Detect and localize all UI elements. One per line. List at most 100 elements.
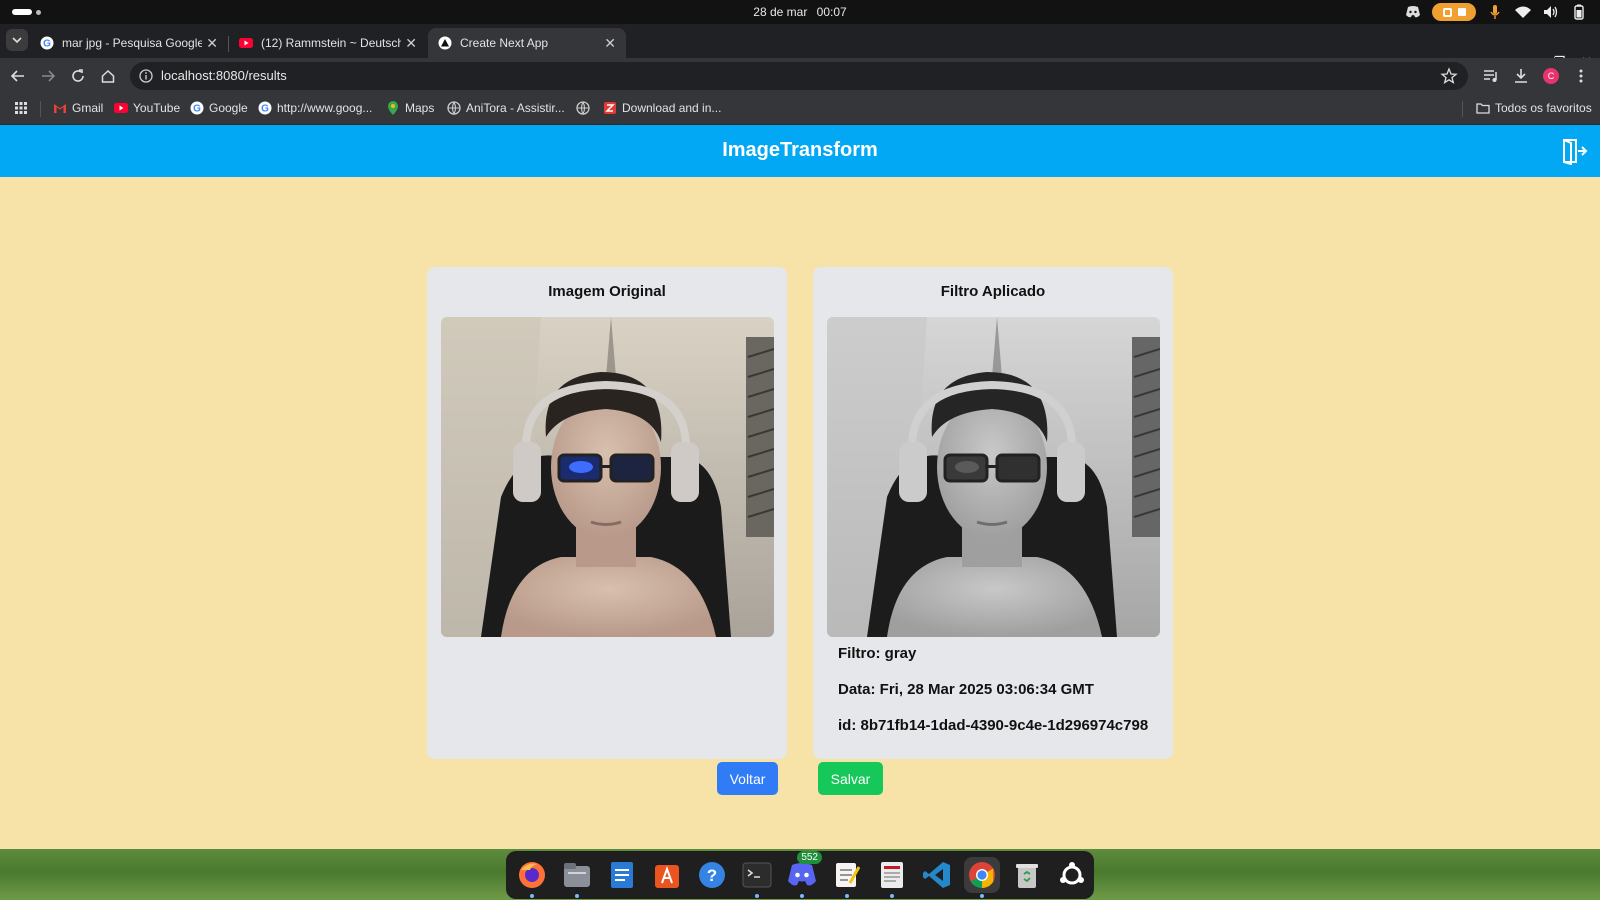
- bookmark-download[interactable]: Download and in...: [603, 101, 721, 115]
- apps-grid-icon[interactable]: [14, 101, 28, 115]
- all-bookmarks-folder[interactable]: Todos os favoritos: [1476, 101, 1592, 115]
- svg-text:G: G: [43, 39, 51, 50]
- filtered-image: [827, 317, 1160, 637]
- tab-title: mar jpg - Pesquisa Google: [62, 36, 202, 50]
- globe-icon: [576, 101, 590, 115]
- ubuntu-icon[interactable]: [1054, 857, 1090, 893]
- maps-icon: [386, 101, 400, 115]
- download-icon[interactable]: [1512, 67, 1530, 85]
- bookmark-label: Download and in...: [622, 101, 722, 115]
- tab-google-search[interactable]: G mar jpg - Pesquisa Google ✕: [30, 28, 228, 58]
- battery-icon[interactable]: [1570, 3, 1588, 21]
- svg-text:G: G: [193, 104, 201, 115]
- home-icon[interactable]: [98, 66, 118, 86]
- bookmark-gmail[interactable]: Gmail: [53, 101, 103, 115]
- close-icon[interactable]: ✕: [604, 35, 616, 52]
- terminal-icon[interactable]: [739, 857, 775, 898]
- reload-icon[interactable]: [68, 66, 88, 86]
- bookmark-maps[interactable]: Maps: [386, 101, 434, 115]
- tab-youtube[interactable]: (12) Rammstein ~ Deutschl ✕: [229, 28, 427, 58]
- volume-icon[interactable]: [1542, 3, 1560, 21]
- url-text: localhost:8080/results: [161, 68, 287, 83]
- google-icon: G: [40, 36, 54, 50]
- files-icon[interactable]: [559, 857, 595, 898]
- forward-icon[interactable]: [38, 66, 58, 86]
- filter-date: Data: Fri, 28 Mar 2025 03:06:34 GMT: [838, 681, 1094, 698]
- document-viewer-icon[interactable]: [874, 857, 910, 898]
- profile-avatar[interactable]: C: [1543, 68, 1559, 84]
- google-icon: G: [190, 101, 204, 115]
- original-image-card: Imagem Original: [427, 267, 787, 759]
- system-clock[interactable]: 28 de mar 00:07: [0, 5, 1600, 19]
- bookmark-google-url[interactable]: G http://www.goog...: [258, 101, 372, 115]
- youtube-icon: [239, 36, 253, 50]
- bookmark-label: Todos os favoritos: [1495, 101, 1592, 115]
- more-menu-icon[interactable]: [1572, 67, 1590, 85]
- original-card-title: Imagem Original: [548, 283, 666, 300]
- bookmark-anitora[interactable]: AniTora - Assistir...: [447, 101, 565, 115]
- back-icon[interactable]: [8, 66, 28, 86]
- globe-icon: [447, 101, 461, 115]
- bookmark-label: Gmail: [72, 101, 104, 115]
- tab-search-button[interactable]: [6, 29, 28, 51]
- z-icon: [603, 101, 617, 115]
- bookmark-label: http://www.goog...: [277, 101, 373, 115]
- vscode-icon[interactable]: [919, 857, 955, 893]
- logout-icon[interactable]: [1560, 137, 1588, 166]
- site-info-icon[interactable]: [138, 68, 154, 84]
- system-tray: [1404, 3, 1588, 21]
- app-header: ImageTransform: [0, 125, 1600, 177]
- browser-tab-strip: G mar jpg - Pesquisa Google ✕ (12) Ramms…: [0, 24, 1600, 74]
- close-icon[interactable]: ✕: [405, 35, 417, 52]
- chevron-down-icon: [12, 37, 22, 43]
- microphone-icon[interactable]: [1486, 3, 1504, 21]
- text-editor-icon[interactable]: [829, 857, 865, 898]
- bookmark-label: Google: [209, 101, 248, 115]
- original-image: [441, 317, 774, 637]
- nextjs-icon: [438, 36, 452, 50]
- desktop-background: ? 552: [0, 849, 1600, 900]
- clock-time: 00:07: [816, 5, 847, 19]
- filter-id: id: 8b71fb14-1dad-4390-9c4e-1d296974c798: [838, 717, 1149, 734]
- bookmark-star-icon[interactable]: [1440, 67, 1458, 85]
- dock: ? 552: [506, 851, 1094, 899]
- help-icon[interactable]: ?: [694, 857, 730, 893]
- svg-text:G: G: [261, 104, 269, 115]
- tab-title: (12) Rammstein ~ Deutschl: [261, 36, 401, 50]
- profile-initial: C: [1547, 71, 1555, 81]
- close-icon[interactable]: ✕: [206, 35, 218, 52]
- folder-icon: [1476, 101, 1490, 115]
- google-icon: G: [258, 101, 272, 115]
- clock-date: 28 de mar: [753, 5, 808, 19]
- discord-icon[interactable]: 552: [784, 851, 822, 898]
- address-bar[interactable]: localhost:8080/results: [130, 62, 1468, 90]
- bookmark-label: AniTora - Assistir...: [466, 101, 565, 115]
- system-top-bar: 28 de mar 00:07: [0, 0, 1600, 24]
- bookmark-label: Maps: [405, 101, 435, 115]
- back-button[interactable]: Voltar: [717, 762, 778, 795]
- tab-create-next-app[interactable]: Create Next App ✕: [428, 28, 626, 58]
- firefox-icon[interactable]: [514, 857, 550, 898]
- browser-toolbar: localhost:8080/results C: [0, 58, 1600, 94]
- writer-icon[interactable]: [604, 857, 640, 893]
- save-button[interactable]: Salvar: [818, 762, 883, 795]
- filtered-card-title: Filtro Aplicado: [940, 283, 1046, 300]
- filter-name: Filtro: gray: [838, 645, 917, 662]
- filtered-image-card: Filtro Aplicado Filtro: gray Data: Fri, …: [813, 267, 1173, 759]
- bookmark-google[interactable]: G Google: [190, 101, 248, 115]
- chrome-icon[interactable]: [964, 857, 1000, 898]
- discord-notification-badge: 552: [797, 851, 822, 864]
- page-content: ImageTransform Imagem Original Filtro Ap…: [0, 125, 1600, 849]
- bookmark-youtube[interactable]: YouTube: [114, 101, 180, 115]
- trash-icon[interactable]: [1009, 857, 1045, 893]
- screen-recording-indicator[interactable]: [1432, 3, 1476, 21]
- wifi-icon[interactable]: [1514, 3, 1532, 21]
- discord-tray-icon[interactable]: [1404, 3, 1422, 21]
- youtube-icon: [114, 101, 128, 115]
- media-controls-icon[interactable]: [1482, 67, 1500, 85]
- bookmarks-bar: Gmail YouTube G Google G http://www.goog…: [0, 94, 1600, 125]
- app-center-icon[interactable]: [649, 857, 685, 893]
- tab-title: Create Next App: [460, 36, 549, 50]
- bookmark-globe[interactable]: [576, 101, 595, 115]
- bookmark-label: YouTube: [133, 101, 181, 115]
